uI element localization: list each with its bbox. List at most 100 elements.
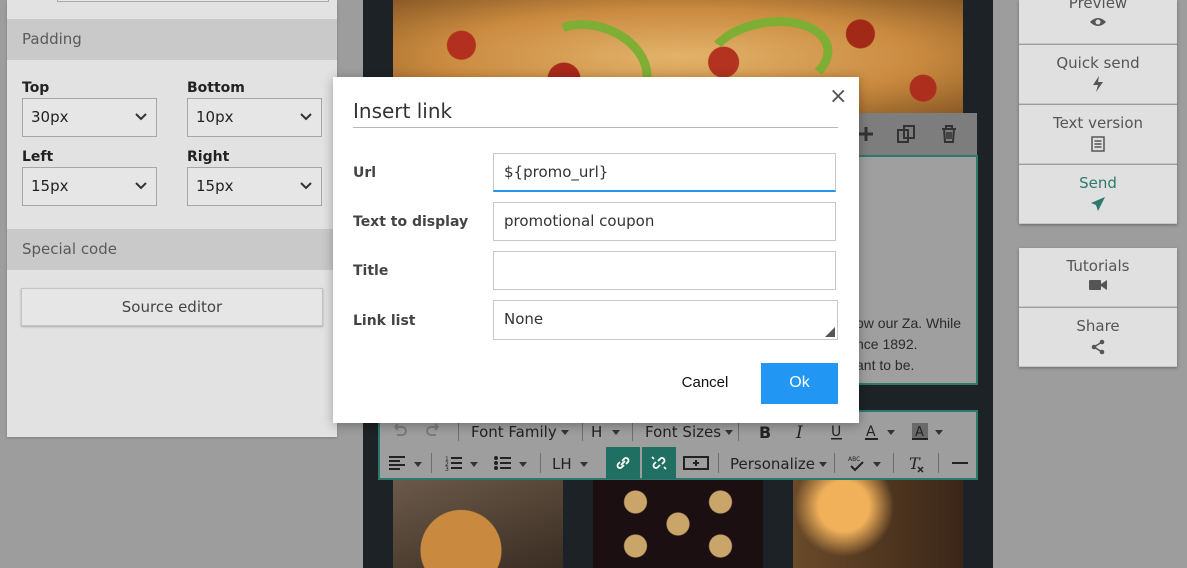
svg-text:ABC: ABC bbox=[848, 456, 860, 463]
tutorials-button[interactable]: Tutorials bbox=[1019, 248, 1177, 307]
link-icon[interactable] bbox=[606, 447, 640, 479]
personalize-dropdown[interactable]: Personalize bbox=[730, 447, 828, 479]
dialog-title: Insert link bbox=[353, 99, 453, 123]
eye-icon bbox=[1090, 18, 1106, 26]
toolbar-separator bbox=[632, 421, 633, 441]
link-list-label: Link list bbox=[353, 313, 416, 329]
toolbar-separator bbox=[582, 421, 583, 441]
add-icon[interactable] bbox=[856, 124, 876, 144]
text-color-caret[interactable] bbox=[885, 415, 897, 447]
cancel-button[interactable]: Cancel bbox=[670, 363, 740, 403]
padding-left-label: Left bbox=[22, 149, 54, 165]
text-to-display-label: Text to display bbox=[353, 214, 469, 230]
padding-right-value: 15px bbox=[196, 177, 234, 195]
svg-text:A: A bbox=[915, 425, 924, 440]
toolbar-separator bbox=[718, 453, 719, 473]
clear-format-icon[interactable]: T bbox=[905, 447, 929, 479]
pizza-thumbnail-image[interactable] bbox=[393, 480, 563, 568]
share-button[interactable]: Share bbox=[1019, 308, 1177, 367]
bullet-list-icon[interactable] bbox=[492, 447, 516, 479]
quick-send-button[interactable]: Quick send bbox=[1019, 45, 1177, 104]
padding-top-label: Top bbox=[22, 80, 50, 96]
source-editor-button[interactable]: Source editor bbox=[21, 288, 323, 326]
toolbar-separator bbox=[834, 453, 835, 473]
chevron-down-icon bbox=[300, 113, 312, 121]
line-height-label: LH bbox=[552, 455, 572, 473]
share-icon bbox=[1091, 339, 1105, 355]
insert-button-icon[interactable] bbox=[681, 447, 711, 479]
link-list-value: None bbox=[504, 310, 544, 328]
padding-right-label: Right bbox=[187, 149, 230, 165]
numbered-list-icon[interactable]: 123 bbox=[443, 447, 467, 479]
background-color-icon[interactable]: A bbox=[909, 415, 933, 447]
toolbar-separator bbox=[738, 421, 739, 441]
padding-left-value: 15px bbox=[31, 177, 69, 195]
text-block[interactable]: ow our Za. While nce 1892. ant to be. bbox=[856, 155, 978, 385]
numbered-list-caret[interactable] bbox=[468, 447, 480, 479]
restaurant-thumbnail-image[interactable] bbox=[793, 480, 963, 568]
send-label: Send bbox=[1079, 174, 1117, 192]
title-input[interactable] bbox=[493, 251, 836, 290]
ok-button[interactable]: Ok bbox=[761, 363, 838, 404]
padding-left-select[interactable]: 15px bbox=[22, 167, 157, 206]
insert-link-dialog: Insert link × Url ${promo_url} Text to d… bbox=[333, 77, 859, 423]
font-sizes-label: Font Sizes bbox=[645, 423, 722, 441]
paper-plane-icon bbox=[1091, 197, 1105, 211]
spellcheck-icon[interactable]: ABC bbox=[846, 447, 870, 479]
toolbar-separator bbox=[540, 453, 541, 473]
preview-label: Preview bbox=[1068, 0, 1128, 12]
toolbar-separator bbox=[893, 453, 894, 473]
toolbar-separator bbox=[431, 453, 432, 473]
align-caret[interactable] bbox=[412, 447, 424, 479]
padding-top-select[interactable]: 30px bbox=[22, 98, 157, 137]
tools-thumbnail-image[interactable] bbox=[593, 480, 763, 568]
properties-panel: Padding Top 30px Bottom 10px Left 15px R… bbox=[7, 0, 337, 437]
align-icon[interactable] bbox=[386, 447, 410, 479]
chevron-down-icon bbox=[135, 113, 147, 121]
svg-text:I: I bbox=[795, 423, 803, 441]
url-input[interactable]: ${promo_url} bbox=[493, 153, 836, 192]
chevron-down-icon bbox=[300, 182, 312, 190]
trash-icon[interactable] bbox=[939, 124, 959, 144]
text-line-1: ow our Za. While bbox=[856, 315, 962, 331]
padding-right-select[interactable]: 15px bbox=[187, 167, 322, 206]
text-line-2: nce 1892. bbox=[856, 336, 918, 352]
text-to-display-value: promotional coupon bbox=[504, 212, 655, 230]
padding-bottom-label: Bottom bbox=[187, 80, 245, 96]
padding-section-header[interactable]: Padding bbox=[7, 19, 337, 60]
line-height-dropdown[interactable]: LH bbox=[552, 447, 588, 479]
unlink-icon[interactable] bbox=[642, 447, 676, 479]
toolbar-separator bbox=[938, 453, 939, 473]
svg-text:B: B bbox=[759, 423, 771, 441]
chevron-down-icon bbox=[135, 182, 147, 190]
font-family-label: Font Family bbox=[471, 423, 557, 441]
title-label: Title bbox=[353, 263, 389, 279]
padding-bottom-value: 10px bbox=[196, 108, 234, 126]
heading-label: H bbox=[591, 423, 603, 441]
quick-send-label: Quick send bbox=[1056, 54, 1140, 72]
spellcheck-caret[interactable] bbox=[871, 447, 883, 479]
send-button[interactable]: Send bbox=[1019, 165, 1177, 224]
top-field-remnant bbox=[57, 0, 329, 2]
padding-top-value: 30px bbox=[31, 108, 69, 126]
text-version-label: Text version bbox=[1052, 114, 1144, 132]
svg-text:A: A bbox=[866, 424, 876, 440]
url-label: Url bbox=[353, 165, 377, 181]
toolbar-row-2: 123 LH Personalize ABC T bbox=[380, 447, 976, 479]
horizontal-rule-icon[interactable] bbox=[949, 447, 973, 479]
padding-bottom-select[interactable]: 10px bbox=[187, 98, 322, 137]
preview-button[interactable]: Preview bbox=[1019, 0, 1177, 44]
url-value: ${promo_url} bbox=[504, 163, 609, 181]
duplicate-icon[interactable] bbox=[896, 124, 916, 144]
link-list-select[interactable]: None bbox=[493, 300, 838, 340]
text-to-display-input[interactable]: promotional coupon bbox=[493, 202, 836, 241]
text-version-button[interactable]: Text version bbox=[1019, 105, 1177, 164]
special-code-section-header[interactable]: Special code bbox=[7, 229, 337, 270]
close-icon[interactable]: × bbox=[829, 85, 847, 109]
background-color-caret[interactable] bbox=[933, 415, 945, 447]
video-camera-icon bbox=[1089, 280, 1107, 290]
bullet-list-caret[interactable] bbox=[517, 447, 529, 479]
svg-text:U: U bbox=[831, 424, 841, 440]
text-color-icon[interactable]: A bbox=[861, 415, 885, 447]
resize-grip-icon[interactable] bbox=[825, 327, 835, 337]
